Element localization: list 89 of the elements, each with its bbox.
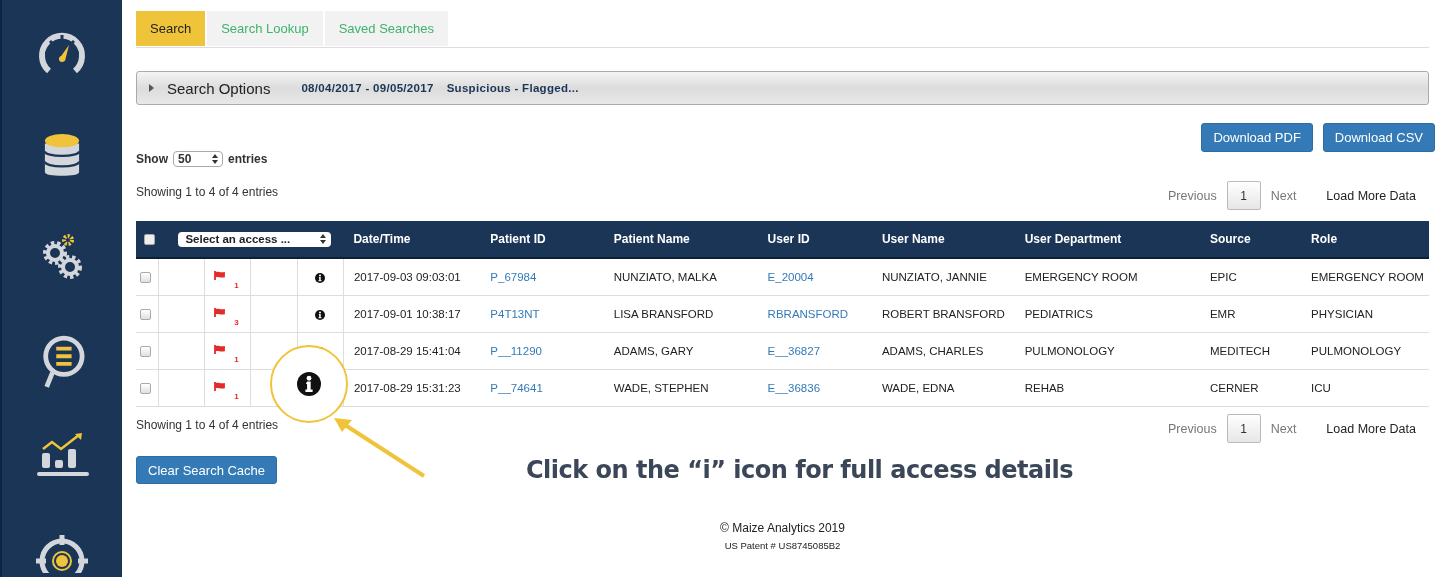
column-header[interactable]: Source <box>1209 232 1251 246</box>
database-icon[interactable] <box>43 132 81 176</box>
stepper-icon <box>212 154 218 164</box>
callout-text: Click on the “i” icon for full access details <box>526 456 1073 484</box>
row-checkbox[interactable] <box>140 272 151 284</box>
id-link[interactable]: P__74641 <box>490 382 543 394</box>
tab[interactable]: Search <box>136 11 206 46</box>
flag-count: 3 <box>234 318 239 327</box>
table-cell: NUNZIATO, MALKA <box>613 271 717 283</box>
id-link[interactable]: E__36836 <box>767 382 821 394</box>
row-checkbox[interactable] <box>140 383 151 395</box>
table-cell: EMERGENCY ROOM <box>1311 271 1424 283</box>
flag-count: 1 <box>234 392 239 401</box>
id-link[interactable]: P4T13NT <box>490 308 540 320</box>
table-cell: PHYSICIAN <box>1311 308 1374 320</box>
date-range: 08/04/2017 - 09/05/2017 <box>301 82 434 94</box>
column-header[interactable]: User Department <box>1024 232 1122 246</box>
info-icon <box>297 372 321 396</box>
table-cell: PULMONOLOGY <box>1024 345 1115 357</box>
select-all-checkbox[interactable] <box>144 234 155 246</box>
caret-icon <box>149 84 154 92</box>
id-link[interactable]: P__11290 <box>490 345 542 357</box>
copyright: © Maize Analytics 2019 <box>720 521 845 535</box>
info-icon[interactable] <box>315 272 326 283</box>
entries-info: Showing 1 to 4 of 4 entries <box>136 418 279 432</box>
row-checkbox[interactable] <box>140 309 151 321</box>
column-header[interactable]: Patient ID <box>490 232 546 246</box>
target-icon[interactable] <box>34 533 90 573</box>
column-header[interactable]: Role <box>1311 232 1338 246</box>
flag-icon <box>214 271 226 280</box>
table-cell: EMERGENCY ROOM <box>1024 271 1138 283</box>
entries-select[interactable]: 50 <box>173 151 223 167</box>
show-label: Show <box>136 152 168 166</box>
table-cell: LISA BRANSFORD <box>613 308 714 320</box>
chart-icon[interactable] <box>35 431 89 477</box>
id-link[interactable]: E__36827 <box>767 345 821 357</box>
row-checkbox[interactable] <box>140 346 151 358</box>
table-cell: ADAMS, CHARLES <box>881 345 984 357</box>
page-button[interactable]: 1 <box>1226 181 1261 210</box>
next-link[interactable]: Next <box>1260 421 1307 436</box>
info-icon[interactable] <box>315 309 326 320</box>
table-cell: EPIC <box>1209 271 1237 283</box>
id-link[interactable]: RBRANSFORD <box>767 308 849 320</box>
search-options-bar[interactable]: Search Options 08/04/2017 - 09/05/2017 Suspicious - Flagged... <box>136 71 1429 105</box>
id-link[interactable]: E_20004 <box>767 271 814 283</box>
tab[interactable]: Search Lookup <box>207 11 323 46</box>
download-button[interactable]: Download CSV <box>1322 123 1435 152</box>
flag-count: 1 <box>234 281 239 290</box>
column-header[interactable]: Patient Name <box>613 232 690 246</box>
clear-cache-button[interactable]: Clear Search Cache <box>136 456 278 484</box>
table-cell: REHAB <box>1024 382 1065 394</box>
table-cell: WADE, STEPHEN <box>613 382 709 394</box>
table-cell: ADAMS, GARY <box>613 345 694 357</box>
table-cell: PEDIATRICS <box>1024 308 1093 320</box>
table-cell: EMR <box>1209 308 1236 320</box>
table-cell: MEDITECH <box>1209 345 1270 357</box>
table-cell: 2017-09-03 09:03:01 <box>353 271 461 283</box>
entries-label: entries <box>228 152 268 166</box>
stepper-icon <box>320 234 327 244</box>
table-cell: 2017-08-29 15:31:23 <box>353 382 461 394</box>
column-header[interactable]: User ID <box>767 232 810 246</box>
table-cell: NUNZIATO, JANNIE <box>881 271 987 283</box>
table-cell: 2017-09-01 10:38:17 <box>353 308 461 320</box>
table-cell: CERNER <box>1209 382 1259 394</box>
table-cell: PULMONOLOGY <box>1311 345 1402 357</box>
download-button[interactable]: Download PDF <box>1201 123 1313 152</box>
search-options-label: Search Options <box>167 79 271 97</box>
flag-icon <box>214 345 226 354</box>
page-button[interactable]: 1 <box>1226 414 1261 443</box>
column-header[interactable]: Date/Time <box>353 232 411 246</box>
table-cell: ICU <box>1311 382 1331 394</box>
next-link[interactable]: Next <box>1260 188 1307 203</box>
patent-note: US Patent # US8745085B2 <box>724 540 841 551</box>
table-cell: ROBERT BRANSFORD <box>881 308 1005 320</box>
table-cell: WADE, EDNA <box>881 382 955 394</box>
table-cell: 2017-08-29 15:41:04 <box>353 345 461 357</box>
id-link[interactable]: P_67984 <box>490 271 537 283</box>
speedometer-icon[interactable] <box>37 31 87 75</box>
flag-icon <box>214 382 226 391</box>
access-select[interactable]: Select an access ... <box>178 231 332 247</box>
flag-count: 1 <box>234 355 239 364</box>
flag-icon <box>214 308 226 317</box>
filter-summary: Suspicious - Flagged... <box>446 82 579 94</box>
previous-link[interactable]: Previous <box>1158 188 1227 203</box>
previous-link[interactable]: Previous <box>1158 421 1227 436</box>
entries-info: Showing 1 to 4 of 4 entries <box>136 185 279 199</box>
column-header[interactable]: User Name <box>881 232 945 246</box>
load-more-link[interactable]: Load More Data <box>1306 421 1429 436</box>
load-more-link[interactable]: Load More Data <box>1306 188 1429 203</box>
